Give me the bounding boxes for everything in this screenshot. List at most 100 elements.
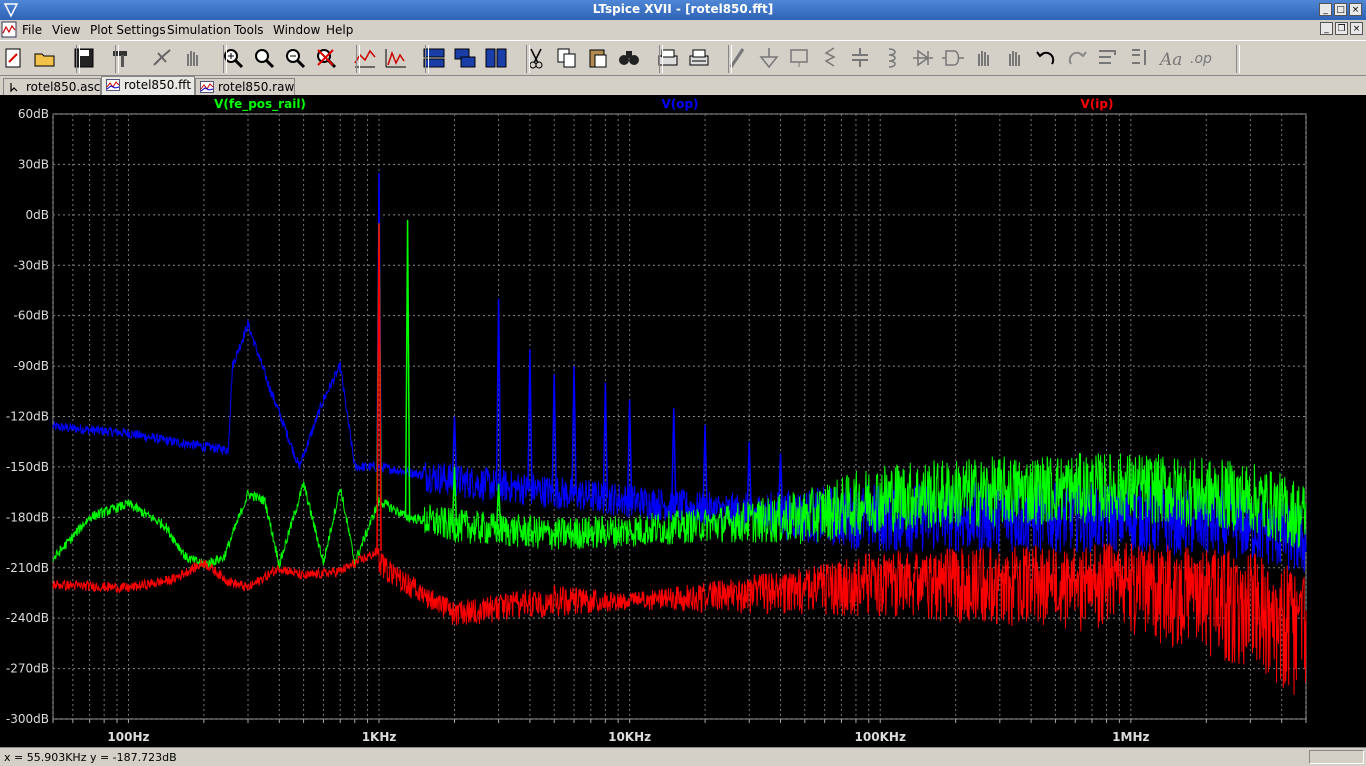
x-tick-label: 100KHz xyxy=(855,730,906,744)
toolbar-separator xyxy=(1236,45,1240,73)
spice-directive-icon[interactable]: .op xyxy=(1188,45,1214,71)
window-title: LTspice XVII - [rotel850.fft] xyxy=(592,2,774,16)
copy-icon[interactable] xyxy=(554,45,580,71)
status-bar: x = 55.903KHz y = -187.723dB xyxy=(0,747,1366,766)
find-icon[interactable] xyxy=(616,45,642,71)
menu-window[interactable]: Window xyxy=(273,23,320,37)
rotate-icon[interactable] xyxy=(1095,45,1121,71)
mirror-icon[interactable] xyxy=(1126,45,1152,71)
waveform-icon xyxy=(106,79,120,91)
trace-label: V(ip) xyxy=(1081,97,1114,111)
print-setup-icon[interactable] xyxy=(686,45,712,71)
svg-text:.op: .op xyxy=(1190,51,1212,67)
diode-icon[interactable] xyxy=(910,45,936,71)
y-tick-label: -180dB xyxy=(6,510,49,524)
paste-icon[interactable] xyxy=(585,45,611,71)
fft-chart[interactable]: 60dB 30dB 0dB -30dB -60dB -90dB -120dB -150dB -1… xyxy=(0,95,1366,747)
y-tick-label: 60dB xyxy=(18,107,49,121)
spectral-peak xyxy=(702,424,708,510)
menu-view[interactable]: View xyxy=(52,23,80,37)
toolbar-separator xyxy=(728,45,732,73)
x-tick-label: 1MHz xyxy=(1112,730,1149,744)
y-tick-label: -210dB xyxy=(6,561,49,575)
toolbar-separator xyxy=(223,45,227,73)
menu-file[interactable]: File xyxy=(22,23,42,37)
undo-icon[interactable] xyxy=(1033,45,1059,71)
y-tick-label: 0dB xyxy=(26,208,49,222)
trace-label: V(fe_pos_rail) xyxy=(214,97,306,112)
y-tick-label: -60dB xyxy=(14,309,49,323)
menu-tools[interactable]: Tools xyxy=(234,23,264,37)
tile-vertical-icon[interactable] xyxy=(483,45,509,71)
x-tick-label: 1KHz xyxy=(362,730,397,744)
y-tick-label: -270dB xyxy=(6,662,49,676)
capacitor-icon[interactable] xyxy=(847,45,873,71)
resistor-icon[interactable] xyxy=(817,45,843,71)
zoom-out-icon[interactable] xyxy=(282,45,308,71)
close-button[interactable]: × xyxy=(1349,3,1362,16)
spectral-peak xyxy=(671,408,677,506)
fft-icon[interactable] xyxy=(383,45,409,71)
toolbar: Aa .op xyxy=(0,40,1366,76)
document-waveform-icon[interactable] xyxy=(1,21,17,38)
toolbar-separator xyxy=(526,45,530,73)
text-icon[interactable]: Aa xyxy=(1157,45,1183,71)
y-tick-label: 30dB xyxy=(18,157,49,171)
menu-help[interactable]: Help xyxy=(326,23,353,37)
document-tabs: rotel850.asc rotel850.fft rotel850.raw xyxy=(0,76,1366,95)
tab-rotel850-asc[interactable]: rotel850.asc xyxy=(3,78,101,95)
mdi-minimize-button[interactable]: _ xyxy=(1320,22,1333,35)
toolbar-separator xyxy=(115,45,119,73)
tab-rotel850-fft[interactable]: rotel850.fft xyxy=(101,76,195,95)
waveform-plot-pane[interactable]: 60dB 30dB 0dB -30dB -60dB -90dB -120dB -150dB -1… xyxy=(0,95,1366,747)
x-tick-label: 100Hz xyxy=(107,730,149,744)
spectral-peak xyxy=(404,219,411,518)
new-schematic-icon[interactable] xyxy=(0,45,26,71)
inductor-icon[interactable] xyxy=(878,45,904,71)
svg-text:Aa: Aa xyxy=(1158,50,1182,70)
minimize-button[interactable]: _ xyxy=(1319,3,1332,16)
control-panel-hammer-icon[interactable] xyxy=(109,45,135,71)
schematic-icon xyxy=(10,83,18,93)
spectral-peak xyxy=(495,298,502,486)
toolbar-separator xyxy=(659,45,663,73)
label-net-icon[interactable] xyxy=(786,45,812,71)
zoom-cancel-icon[interactable] xyxy=(313,45,339,71)
halt-hand-icon[interactable] xyxy=(180,45,206,71)
drag-hand-icon[interactable] xyxy=(1002,45,1028,71)
tab-label: rotel850.asc xyxy=(26,80,101,94)
tab-label: rotel850.raw xyxy=(218,80,295,94)
y-tick-label: -300dB xyxy=(6,712,49,726)
menu-bar: File View Plot Settings Simulation Tools… xyxy=(0,20,1366,40)
redo-icon[interactable] xyxy=(1064,45,1090,71)
y-tick-label: -90dB xyxy=(14,359,49,373)
x-tick-label: 10KHz xyxy=(608,730,651,744)
cascade-icon[interactable] xyxy=(452,45,478,71)
maximize-button[interactable]: □ xyxy=(1334,3,1347,16)
trace-label: V(op) xyxy=(661,97,698,111)
y-tick-label: -30dB xyxy=(14,258,49,272)
mdi-close-button[interactable]: × xyxy=(1350,22,1363,35)
mdi-restore-button[interactable]: ❐ xyxy=(1335,22,1348,35)
zoom-back-icon[interactable] xyxy=(251,45,277,71)
toolbar-separator xyxy=(76,45,80,73)
tab-rotel850-raw[interactable]: rotel850.raw xyxy=(195,78,295,95)
waveform-icon xyxy=(200,81,214,93)
ground-icon[interactable] xyxy=(756,45,782,71)
move-hand-icon[interactable] xyxy=(971,45,997,71)
y-tick-label: -120dB xyxy=(6,410,49,424)
run-icon[interactable] xyxy=(149,45,175,71)
trace-vip xyxy=(52,542,1307,695)
menu-plot-settings[interactable]: Plot Settings xyxy=(90,23,166,37)
toolbar-separator xyxy=(425,45,429,73)
open-icon[interactable] xyxy=(32,45,58,71)
save-icon[interactable] xyxy=(71,45,97,71)
toolbar-separator xyxy=(356,45,360,73)
menu-simulation[interactable]: Simulation xyxy=(167,23,231,37)
status-panel xyxy=(1309,750,1364,764)
y-tick-label: -150dB xyxy=(6,460,49,474)
component-icon[interactable] xyxy=(940,45,966,71)
cursor-coordinates: x = 55.903KHz y = -187.723dB xyxy=(4,751,177,764)
y-tick-label: -240dB xyxy=(6,611,49,625)
tab-label: rotel850.fft xyxy=(124,78,192,92)
